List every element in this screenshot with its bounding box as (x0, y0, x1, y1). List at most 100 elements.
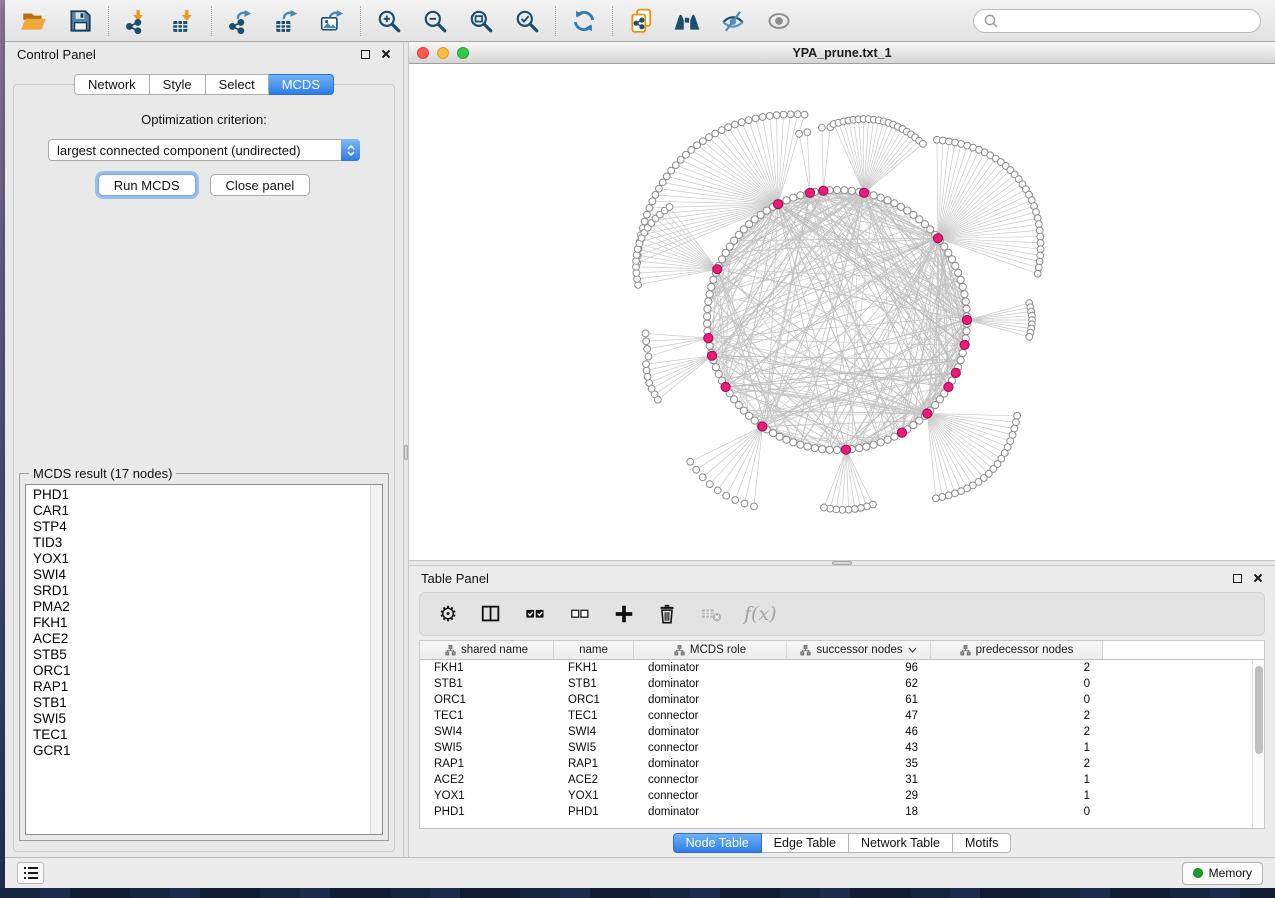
network-node[interactable] (826, 446, 833, 453)
mcds-result-node[interactable]: STB5 (26, 647, 382, 663)
table-cell[interactable]: dominator (634, 694, 787, 706)
network-leaf-node[interactable] (741, 500, 748, 507)
network-node[interactable] (705, 298, 712, 305)
table-toolbar-settings-button[interactable]: ⚙ (437, 604, 459, 625)
network-hub-node[interactable] (704, 334, 713, 343)
toolbar-import-table-button[interactable] (164, 4, 202, 38)
table-row[interactable]: STB1STB1dominator620 (420, 676, 1264, 692)
toolbar-zoom-selected-button[interactable] (508, 4, 546, 38)
network-leaf-node[interactable] (644, 346, 651, 353)
network-leaf-node[interactable] (1014, 412, 1021, 419)
network-leaf-node[interactable] (759, 114, 766, 121)
network-hub-node[interactable] (944, 382, 953, 391)
column-header-name[interactable]: name (554, 641, 634, 660)
network-hub-node[interactable] (819, 186, 828, 195)
network-leaf-node[interactable] (752, 115, 759, 122)
network-leaf-node[interactable] (706, 134, 713, 141)
network-leaf-node[interactable] (666, 204, 673, 211)
table-cell[interactable]: 46 (787, 726, 931, 738)
network-node[interactable] (955, 269, 962, 276)
table-cell[interactable]: 2 (931, 662, 1103, 674)
network-leaf-node[interactable] (649, 198, 656, 205)
table-cell[interactable]: 35 (787, 758, 931, 770)
table-row[interactable]: SWI5SWI5connector431 (420, 740, 1264, 756)
network-node[interactable] (811, 445, 818, 452)
network-leaf-node[interactable] (745, 117, 752, 124)
network-leaf-node[interactable] (1034, 215, 1041, 222)
network-hub-node[interactable] (805, 188, 814, 197)
table-panel-close-icon[interactable] (1253, 573, 1263, 583)
network-leaf-node[interactable] (672, 162, 679, 169)
search-input[interactable] (1005, 13, 1251, 29)
network-leaf-node[interactable] (718, 127, 725, 134)
network-node[interactable] (959, 283, 966, 290)
network-node[interactable] (797, 441, 804, 448)
table-cell[interactable]: PHD1 (554, 806, 634, 818)
vertical-splitter-handle[interactable] (404, 445, 408, 460)
network-leaf-node[interactable] (933, 495, 940, 502)
toolbar-first-neighbors-button[interactable] (668, 4, 706, 38)
network-leaf-node[interactable] (1036, 227, 1043, 234)
table-cell[interactable]: 31 (787, 774, 931, 786)
network-leaf-node[interactable] (700, 138, 707, 145)
network-leaf-node[interactable] (645, 353, 652, 360)
network-leaf-node[interactable] (694, 142, 701, 149)
control-tab-select[interactable]: Select (206, 74, 269, 95)
network-node[interactable] (790, 194, 797, 201)
table-cell[interactable]: 2 (931, 758, 1103, 770)
network-leaf-node[interactable] (738, 119, 745, 126)
network-leaf-node[interactable] (801, 111, 808, 118)
network-node[interactable] (963, 328, 970, 335)
mcds-result-node[interactable]: STB1 (26, 695, 382, 711)
table-cell[interactable]: ORC1 (420, 694, 554, 706)
column-header-predecessor-nodes[interactable]: predecessor nodes (931, 641, 1103, 660)
mcds-result-node[interactable]: PHD1 (26, 487, 382, 503)
network-leaf-node[interactable] (833, 506, 840, 513)
network-node[interactable] (704, 313, 711, 320)
network-node[interactable] (884, 197, 891, 204)
mcds-result-list[interactable]: PHD1CAR1STP4TID3YOX1SWI4SRD1PMA2FKH1ACE2… (25, 484, 383, 835)
table-cell[interactable]: SWI5 (420, 742, 554, 754)
network-node[interactable] (712, 364, 719, 371)
optimization-criterion-select[interactable]: largest connected component (undirected) (48, 139, 360, 161)
network-leaf-node[interactable] (1026, 333, 1033, 340)
table-cell[interactable]: ACE2 (554, 774, 634, 786)
network-node[interactable] (957, 357, 964, 364)
network-node[interactable] (708, 283, 715, 290)
mcds-result-node[interactable]: PMA2 (26, 599, 382, 615)
column-header-MCDS-role[interactable]: MCDS role (634, 641, 787, 660)
tab-node-table[interactable]: Node Table (673, 833, 762, 853)
mcds-result-node[interactable]: SWI5 (26, 711, 382, 727)
table-cell[interactable]: FKH1 (554, 662, 634, 674)
table-cell[interactable]: dominator (634, 678, 787, 690)
control-tab-network[interactable]: Network (74, 74, 150, 95)
network-node[interactable] (877, 439, 884, 446)
table-toolbar-add-row-button[interactable] (613, 603, 635, 625)
table-cell[interactable]: 1 (931, 774, 1103, 786)
table-cell[interactable]: PHD1 (420, 806, 554, 818)
table-cell[interactable]: 43 (787, 742, 931, 754)
close-panel-button[interactable]: Close panel (210, 174, 311, 196)
table-cell[interactable]: dominator (634, 662, 787, 674)
table-row[interactable]: FKH1FKH1dominator962 (420, 660, 1264, 676)
network-node[interactable] (952, 262, 959, 269)
table-cell[interactable]: FKH1 (420, 662, 554, 674)
tab-edge-table[interactable]: Edge Table (762, 833, 849, 853)
network-node[interactable] (962, 298, 969, 305)
network-node[interactable] (804, 443, 811, 450)
network-hub-node[interactable] (859, 188, 868, 197)
control-panel-float-icon[interactable] (361, 50, 370, 59)
table-cell[interactable]: STB1 (554, 678, 634, 690)
network-node[interactable] (948, 256, 955, 263)
network-hub-node[interactable] (713, 265, 722, 274)
network-leaf-node[interactable] (643, 367, 650, 374)
mcds-result-scrollbar[interactable] (370, 485, 382, 834)
table-cell[interactable]: SWI5 (554, 742, 634, 754)
network-node[interactable] (833, 186, 840, 193)
table-cell[interactable]: ACE2 (420, 774, 554, 786)
network-leaf-node[interactable] (714, 487, 721, 494)
network-leaf-node[interactable] (732, 121, 739, 128)
network-leaf-node[interactable] (819, 124, 826, 131)
toolbar-zoom-out-button[interactable] (416, 4, 454, 38)
table-cell[interactable]: 0 (931, 806, 1103, 818)
